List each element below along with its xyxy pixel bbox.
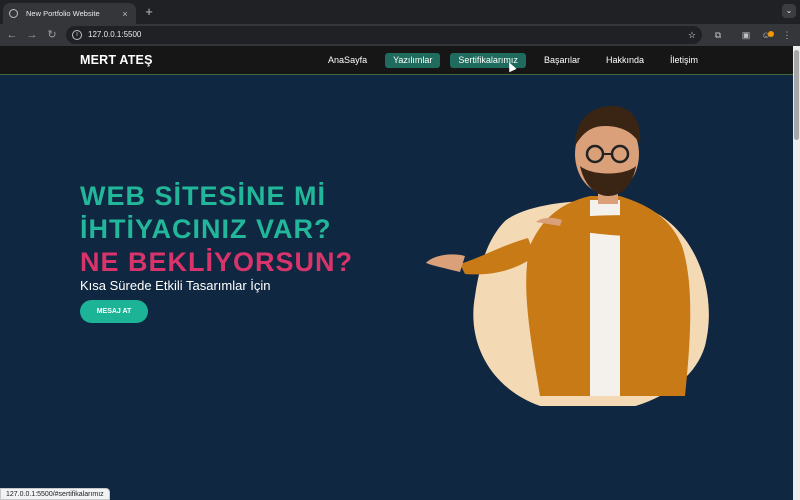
forward-icon[interactable]: → [25, 28, 39, 42]
link-status-bar: 127.0.0.1:5500/#sertifikalarımız [0, 488, 110, 500]
extensions-icon[interactable]: ⧉ [711, 28, 725, 42]
address-url[interactable]: 127.0.0.1:5500 [88, 26, 141, 44]
info-icon[interactable]: i [72, 30, 82, 40]
star-icon[interactable]: ☆ [688, 26, 696, 44]
scrollbar-thumb[interactable] [794, 50, 799, 140]
back-icon[interactable]: ← [5, 28, 19, 42]
browser-toolbar: ← → ↻ i 127.0.0.1:5500 ☆ ⧉ ▣ ☺ ⋮ [0, 24, 800, 46]
hero-headline-line-2: İHTİYACINIZ VAR? [80, 214, 332, 244]
hero-section: WEB SİTESİNE Mİ İHTİYACINIZ VAR? NE BEKL… [0, 76, 793, 500]
hero-headline-line-3: NE BEKLİYORSUN? [80, 247, 354, 277]
hero-subtitle: Kısa Sürede Etkili Tasarımlar İçin [80, 278, 271, 293]
globe-icon [9, 9, 18, 18]
browser-tab-strip: New Portfolio Website × + ⌄ [0, 0, 800, 24]
tab-close-icon[interactable]: × [120, 9, 130, 19]
new-tab-button[interactable]: + [142, 3, 156, 21]
nav-anasayfa[interactable]: AnaSayfa [320, 53, 375, 68]
address-bar[interactable]: i 127.0.0.1:5500 ☆ [66, 26, 702, 44]
tab-title: New Portfolio Website [26, 9, 100, 18]
site-navbar: MERT ATEŞ AnaSayfa Yazılımlar Sertifikal… [0, 46, 793, 75]
sidepanel-icon[interactable]: ▣ [739, 28, 753, 42]
nav-yazilimlar[interactable]: Yazılımlar [385, 53, 441, 68]
tab-search-button[interactable]: ⌄ [782, 4, 796, 18]
update-dot-icon [768, 31, 774, 37]
site-logo[interactable]: MERT ATEŞ [80, 46, 153, 75]
browser-tab[interactable]: New Portfolio Website × [3, 3, 136, 24]
reload-icon[interactable]: ↻ [45, 28, 59, 42]
message-button[interactable]: MESAJ AT [80, 300, 148, 323]
nav-basarilar[interactable]: Başarılar [536, 53, 588, 68]
hero-headline-line-1: WEB SİTESİNE Mİ [80, 181, 327, 211]
nav-iletisim[interactable]: İletişim [662, 53, 706, 68]
menu-icon[interactable]: ⋮ [780, 28, 794, 42]
hero-portrait-image [426, 106, 709, 406]
nav-hakkinda[interactable]: Hakkında [598, 53, 652, 68]
